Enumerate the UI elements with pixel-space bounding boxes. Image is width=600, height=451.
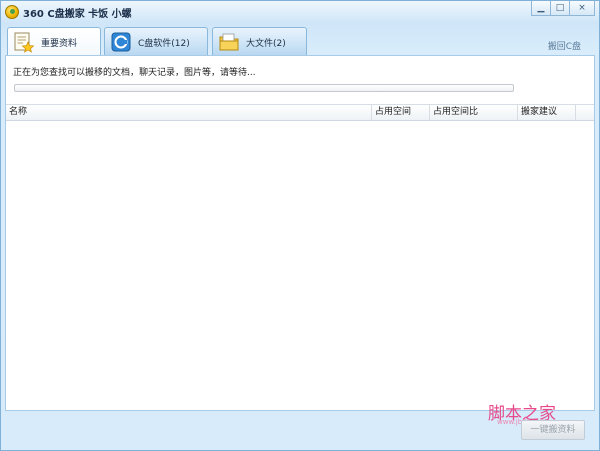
document-star-icon	[14, 32, 35, 53]
move-files-button[interactable]: 一键搬资料	[521, 420, 585, 440]
window-title: 360 C盘搬家 卡饭 小螺	[23, 9, 132, 20]
restore-to-c-drive-link[interactable]: 搬回C盘	[548, 39, 581, 52]
title-bar[interactable]: 360 C盘搬家 卡饭 小螺 ▁ □ ×	[1, 1, 599, 23]
tab-label: 重要资料	[41, 39, 78, 49]
close-button[interactable]: ×	[569, 1, 595, 16]
c-drive-icon	[111, 32, 131, 52]
tab-large-files[interactable]: 大文件(2)	[212, 27, 307, 55]
column-header-suggestion[interactable]: 搬家建议	[518, 105, 576, 120]
file-list[interactable]	[6, 121, 594, 410]
column-header-size[interactable]: 占用空间	[372, 105, 430, 120]
minimize-button[interactable]: ▁	[531, 1, 551, 16]
tab-label: 大文件(2)	[246, 39, 286, 49]
column-header-name[interactable]: 名称	[6, 105, 372, 120]
tab-label: C盘软件(12)	[138, 39, 190, 49]
content-panel: 正在为您查找可以搬移的文档，聊天记录，图片等，请等待... 名称 占用空间 占用…	[5, 55, 595, 411]
window-controls: ▁ □ ×	[531, 1, 595, 16]
tab-c-drive-software[interactable]: C盘软件(12)	[104, 27, 208, 55]
column-header-size-ratio[interactable]: 占用空间比	[430, 105, 518, 120]
folder-icon	[219, 33, 239, 51]
app-logo-icon	[5, 5, 19, 19]
scan-status-text: 正在为您查找可以搬移的文档，聊天记录，图片等，请等待...	[13, 68, 256, 78]
app-window: 360 C盘搬家 卡饭 小螺 ▁ □ × 重要资料 C盘软件(12) 大文件(2…	[0, 0, 600, 451]
scan-progress-bar	[14, 84, 514, 92]
tab-important-files[interactable]: 重要资料	[7, 27, 101, 56]
table-header: 名称 占用空间 占用空间比 搬家建议	[6, 104, 594, 121]
maximize-button[interactable]: □	[550, 1, 570, 16]
